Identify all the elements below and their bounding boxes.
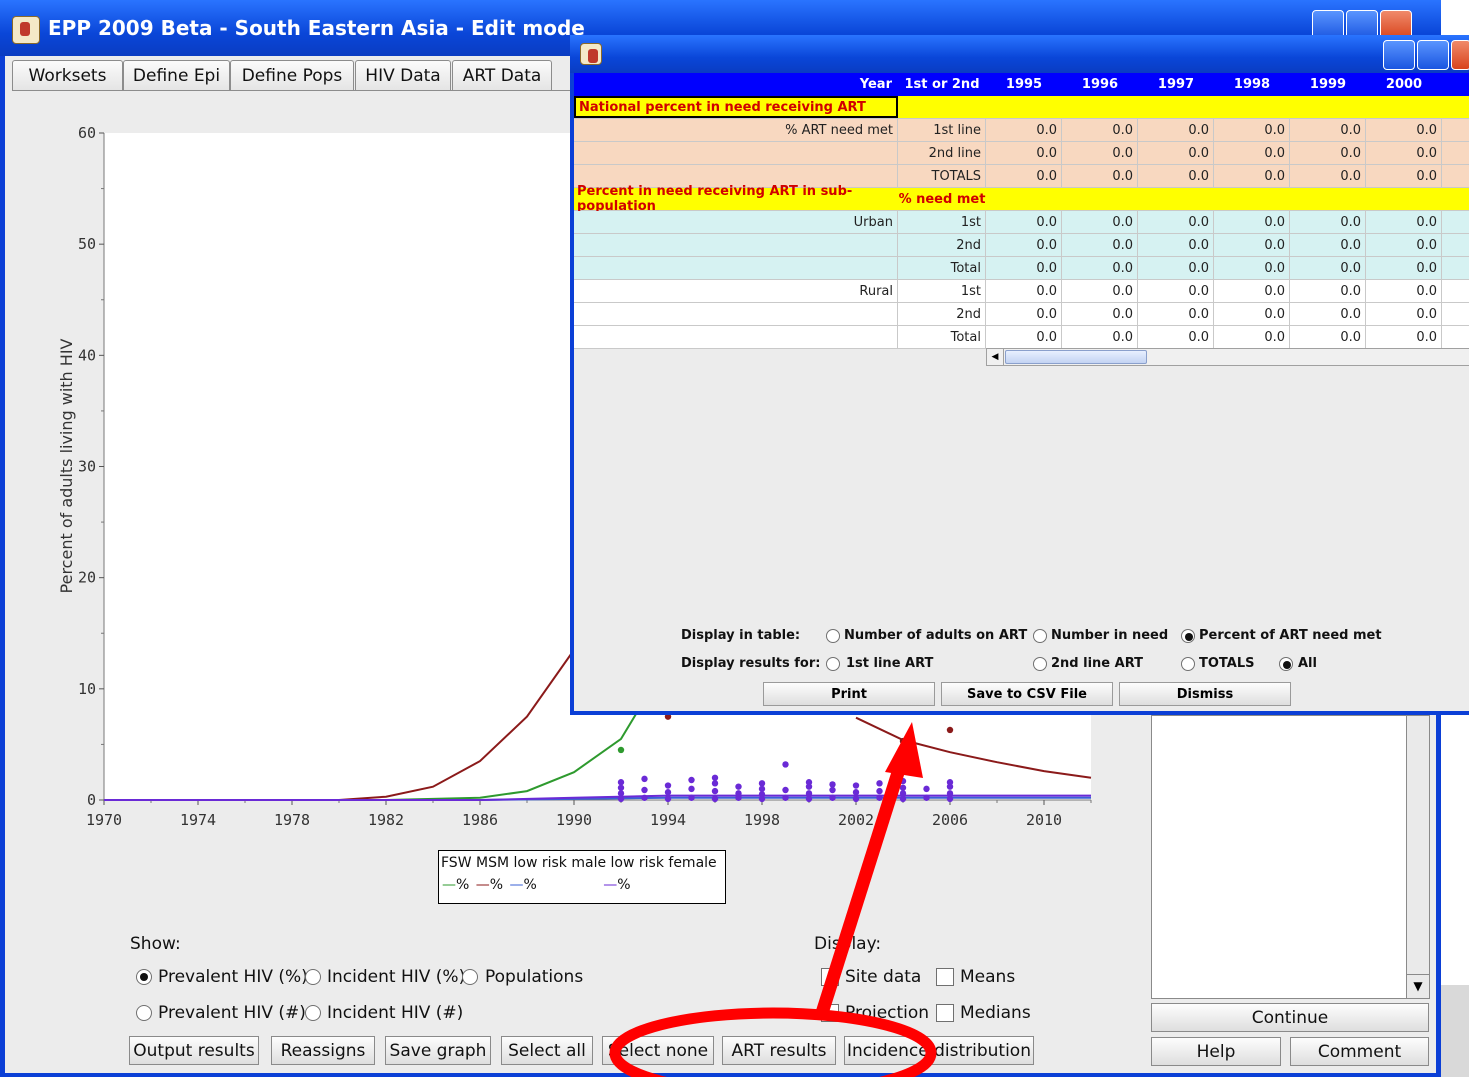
annotation-arrow-shaft — [815, 758, 909, 1015]
annotation-arrow-head — [885, 722, 923, 778]
annotation-ellipse — [609, 1007, 937, 1077]
annotation-overlay — [609, 722, 937, 1077]
